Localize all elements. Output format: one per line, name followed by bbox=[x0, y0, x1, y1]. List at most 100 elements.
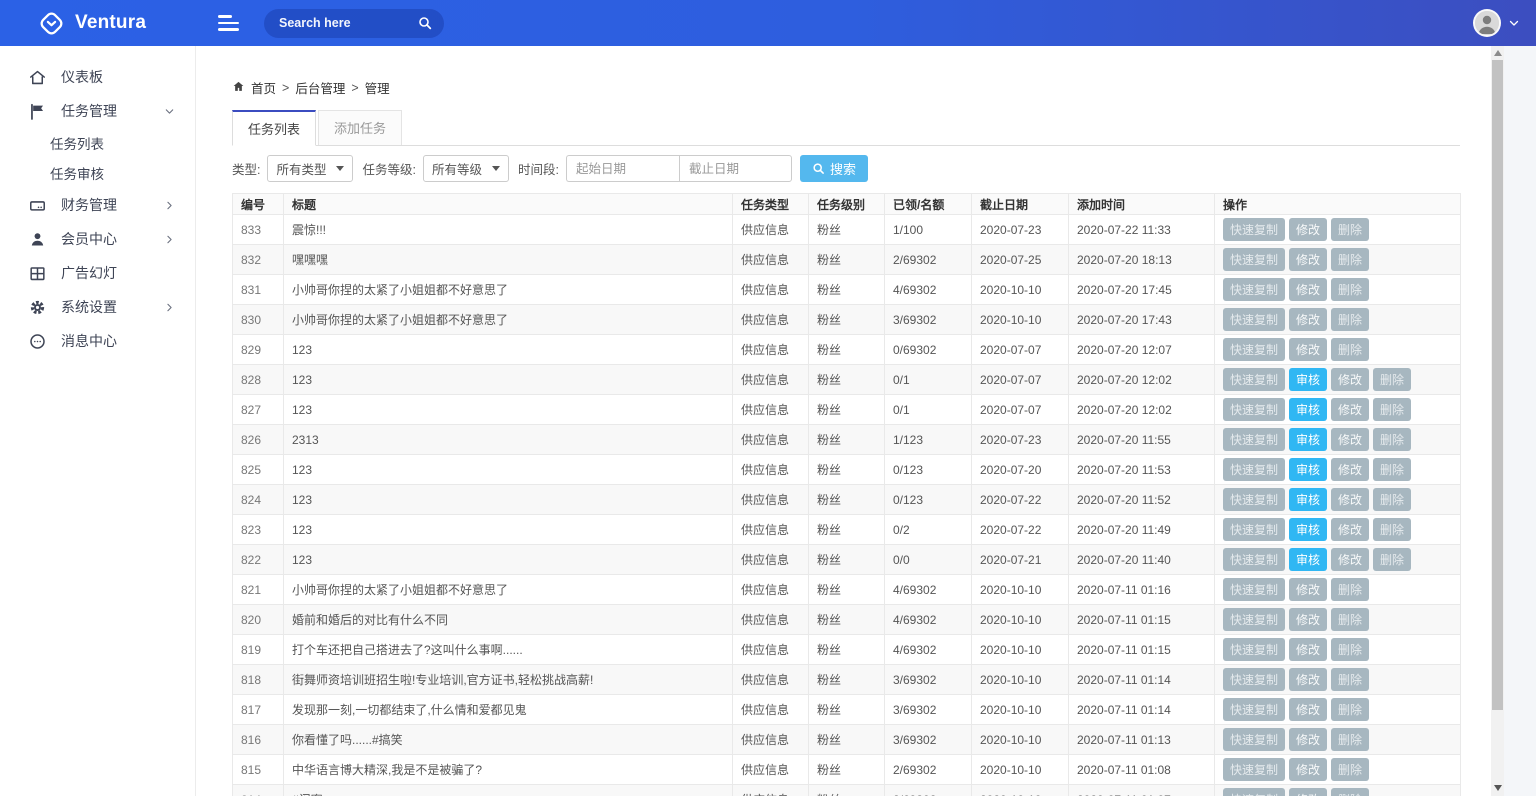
edit-button[interactable]: 修改 bbox=[1331, 488, 1369, 511]
cell-quota: 3/69302 bbox=[885, 305, 972, 335]
delete-button[interactable]: 删除 bbox=[1331, 218, 1369, 241]
delete-button[interactable]: 删除 bbox=[1331, 608, 1369, 631]
edit-button[interactable]: 修改 bbox=[1289, 758, 1327, 781]
level-select[interactable]: 所有等级 bbox=[423, 155, 509, 182]
search-icon[interactable] bbox=[417, 15, 433, 36]
copy-button[interactable]: 快速复制 bbox=[1223, 578, 1285, 601]
copy-button[interactable]: 快速复制 bbox=[1223, 518, 1285, 541]
copy-button[interactable]: 快速复制 bbox=[1223, 698, 1285, 721]
edit-button[interactable]: 修改 bbox=[1289, 278, 1327, 301]
copy-button[interactable]: 快速复制 bbox=[1223, 368, 1285, 391]
edit-button[interactable]: 修改 bbox=[1331, 518, 1369, 541]
delete-button[interactable]: 删除 bbox=[1331, 578, 1369, 601]
delete-button[interactable]: 删除 bbox=[1373, 488, 1411, 511]
scroll-up-arrow-icon[interactable] bbox=[1494, 50, 1502, 56]
sidebar-item-settings[interactable]: 系统设置 bbox=[0, 290, 195, 324]
sidebar-subitem-task-list[interactable]: 任务列表 bbox=[0, 128, 195, 158]
copy-button[interactable]: 快速复制 bbox=[1223, 218, 1285, 241]
cell-quota: 0/1 bbox=[885, 395, 972, 425]
user-menu[interactable] bbox=[1473, 9, 1520, 37]
copy-button[interactable]: 快速复制 bbox=[1223, 458, 1285, 481]
edit-button[interactable]: 修改 bbox=[1331, 548, 1369, 571]
delete-button[interactable]: 删除 bbox=[1373, 548, 1411, 571]
edit-button[interactable]: 修改 bbox=[1289, 638, 1327, 661]
copy-button[interactable]: 快速复制 bbox=[1223, 728, 1285, 751]
type-select[interactable]: 所有类型 bbox=[267, 155, 353, 182]
copy-button[interactable]: 快速复制 bbox=[1223, 248, 1285, 271]
tab-task-list[interactable]: 任务列表 bbox=[232, 110, 316, 146]
copy-button[interactable]: 快速复制 bbox=[1223, 788, 1285, 796]
edit-button[interactable]: 修改 bbox=[1289, 338, 1327, 361]
copy-button[interactable]: 快速复制 bbox=[1223, 308, 1285, 331]
delete-button[interactable]: 删除 bbox=[1373, 398, 1411, 421]
delete-button[interactable]: 删除 bbox=[1331, 338, 1369, 361]
edit-button[interactable]: 修改 bbox=[1331, 458, 1369, 481]
delete-button[interactable]: 删除 bbox=[1331, 278, 1369, 301]
scroll-down-arrow-icon[interactable] bbox=[1494, 785, 1502, 791]
edit-button[interactable]: 修改 bbox=[1289, 608, 1327, 631]
sidebar-item-members[interactable]: 会员中心 bbox=[0, 222, 195, 256]
copy-button[interactable]: 快速复制 bbox=[1223, 548, 1285, 571]
edit-button[interactable]: 修改 bbox=[1289, 788, 1327, 796]
breadcrumb-item[interactable]: 后台管理 bbox=[295, 78, 345, 97]
review-button[interactable]: 审核 bbox=[1289, 548, 1327, 571]
edit-button[interactable]: 修改 bbox=[1289, 248, 1327, 271]
sidebar-item-messages[interactable]: 消息中心 bbox=[0, 324, 195, 358]
edit-button[interactable]: 修改 bbox=[1289, 728, 1327, 751]
start-date-input[interactable] bbox=[566, 155, 679, 182]
copy-button[interactable]: 快速复制 bbox=[1223, 278, 1285, 301]
review-button[interactable]: 审核 bbox=[1289, 488, 1327, 511]
delete-button[interactable]: 删除 bbox=[1373, 458, 1411, 481]
vertical-scrollbar[interactable] bbox=[1491, 46, 1504, 796]
menu-toggle-button[interactable] bbox=[218, 15, 240, 31]
review-button[interactable]: 审核 bbox=[1289, 428, 1327, 451]
copy-button[interactable]: 快速复制 bbox=[1223, 668, 1285, 691]
cell-level: 粉丝 bbox=[809, 275, 885, 305]
edit-button[interactable]: 修改 bbox=[1289, 218, 1327, 241]
review-button[interactable]: 审核 bbox=[1289, 398, 1327, 421]
delete-button[interactable]: 删除 bbox=[1331, 668, 1369, 691]
delete-button[interactable]: 删除 bbox=[1331, 788, 1369, 796]
task-table: 编号标题任务类型任务级别已领/名额截止日期添加时间操作 833震惊!!!供应信息… bbox=[232, 193, 1461, 796]
sidebar-subitem-task-review[interactable]: 任务审核 bbox=[0, 158, 195, 188]
review-button[interactable]: 审核 bbox=[1289, 368, 1327, 391]
edit-button[interactable]: 修改 bbox=[1289, 668, 1327, 691]
avatar[interactable] bbox=[1473, 9, 1501, 37]
copy-button[interactable]: 快速复制 bbox=[1223, 608, 1285, 631]
delete-button[interactable]: 删除 bbox=[1373, 368, 1411, 391]
search-icon bbox=[812, 162, 825, 175]
delete-button[interactable]: 删除 bbox=[1331, 638, 1369, 661]
copy-button[interactable]: 快速复制 bbox=[1223, 638, 1285, 661]
copy-button[interactable]: 快速复制 bbox=[1223, 398, 1285, 421]
sidebar-item-ads[interactable]: 广告幻灯 bbox=[0, 256, 195, 290]
copy-button[interactable]: 快速复制 bbox=[1223, 338, 1285, 361]
edit-button[interactable]: 修改 bbox=[1289, 698, 1327, 721]
copy-button[interactable]: 快速复制 bbox=[1223, 428, 1285, 451]
delete-button[interactable]: 删除 bbox=[1331, 308, 1369, 331]
delete-button[interactable]: 删除 bbox=[1331, 248, 1369, 271]
brand[interactable]: Ventura bbox=[0, 10, 196, 37]
review-button[interactable]: 审核 bbox=[1289, 518, 1327, 541]
search-button[interactable]: 搜索 bbox=[800, 155, 868, 182]
delete-button[interactable]: 删除 bbox=[1373, 428, 1411, 451]
edit-button[interactable]: 修改 bbox=[1331, 398, 1369, 421]
sidebar-item-dashboard[interactable]: 仪表板 bbox=[0, 60, 195, 94]
edit-button[interactable]: 修改 bbox=[1331, 368, 1369, 391]
delete-button[interactable]: 删除 bbox=[1331, 728, 1369, 751]
end-date-input[interactable] bbox=[679, 155, 792, 182]
tab-add-task[interactable]: 添加任务 bbox=[318, 110, 402, 145]
copy-button[interactable]: 快速复制 bbox=[1223, 758, 1285, 781]
edit-button[interactable]: 修改 bbox=[1331, 428, 1369, 451]
edit-button[interactable]: 修改 bbox=[1289, 578, 1327, 601]
edit-button[interactable]: 修改 bbox=[1289, 308, 1327, 331]
sidebar-item-finance[interactable]: 财务管理 bbox=[0, 188, 195, 222]
delete-button[interactable]: 删除 bbox=[1331, 758, 1369, 781]
copy-button[interactable]: 快速复制 bbox=[1223, 488, 1285, 511]
breadcrumb-item[interactable]: 管理 bbox=[365, 78, 390, 97]
delete-button[interactable]: 删除 bbox=[1331, 698, 1369, 721]
scrollbar-thumb[interactable] bbox=[1492, 60, 1503, 710]
sidebar-item-tasks[interactable]: 任务管理 bbox=[0, 94, 195, 128]
breadcrumb-item[interactable]: 首页 bbox=[251, 78, 276, 97]
delete-button[interactable]: 删除 bbox=[1373, 518, 1411, 541]
review-button[interactable]: 审核 bbox=[1289, 458, 1327, 481]
